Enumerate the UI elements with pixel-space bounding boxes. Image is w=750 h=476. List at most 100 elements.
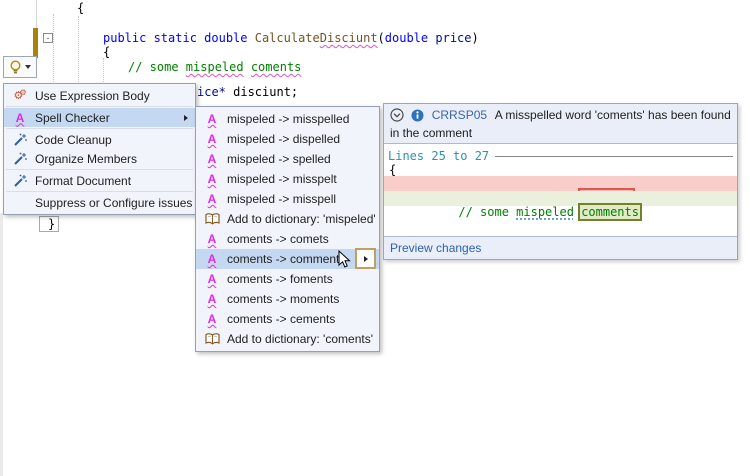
misspelled-word-mispeled: mispeled <box>186 60 244 74</box>
rule-id-link[interactable]: CRRSP05 <box>432 108 487 122</box>
diff-removed-line: // some mispeled coments <box>384 176 737 191</box>
fragment-param: ice* <box>197 85 226 99</box>
code-line-comment: // some mispeled coments <box>128 60 301 74</box>
submenu-arrow-icon <box>184 115 188 121</box>
menu-item-label: Code Cleanup <box>35 133 112 147</box>
menu-item-format-document[interactable]: Format Document <box>4 171 195 190</box>
submenu-item-suggestion[interactable]: Amispeled -> dispelled <box>196 129 379 149</box>
comment-text: // some <box>128 60 186 74</box>
submenu-item-suggestion[interactable]: Amispeled -> misspell <box>196 189 379 209</box>
submenu-item-suggestion[interactable]: Amispeled -> spelled <box>196 149 379 169</box>
submenu-item-suggestion[interactable]: Acoments -> moments <box>196 289 379 309</box>
submenu-item-suggestion[interactable]: Amispeled -> misspelled <box>196 109 379 129</box>
code-editor-window: - { public static double CalculateDisciu… <box>0 0 750 476</box>
diagnostic-preview-panel: CRRSP05 A misspelled word 'coments' has … <box>383 103 738 260</box>
submenu-item-label: mispeled -> dispelled <box>227 132 340 146</box>
menu-separator <box>6 128 193 129</box>
spell-checker-icon: A <box>204 151 220 167</box>
chevron-down-icon <box>25 65 31 69</box>
fragment-identifier: disciunt; <box>226 85 298 99</box>
submenu-item-suggestion[interactable]: Acoments -> comets <box>196 229 379 249</box>
code-line-open-brace: { <box>77 1 84 15</box>
param-name: price <box>428 31 471 45</box>
horizontal-rule <box>495 156 733 157</box>
submenu-item-label: coments -> foments <box>227 272 333 286</box>
collapse-chevron-icon[interactable] <box>390 108 404 126</box>
lines-range-row: Lines 25 to 27 <box>388 149 733 163</box>
submenu-item-label: Add to dictionary: 'coments' <box>227 332 373 346</box>
param-type: double <box>385 31 428 45</box>
menu-item-code-cleanup[interactable]: Code Cleanup <box>4 130 195 149</box>
wand-icon <box>12 132 28 148</box>
menu-item-label: Spell Checker <box>35 111 110 125</box>
diff-text: // some <box>458 205 516 219</box>
submenu-item-label: coments -> comments <box>227 252 345 266</box>
submenu-item-suggestion[interactable]: Acoments -> cements <box>196 309 379 329</box>
spell-checker-icon: A <box>204 111 220 127</box>
submenu-item-add-to-dictionary-mispeled[interactable]: Add to dictionary: 'mispeled' <box>196 209 379 229</box>
wand-icon <box>12 173 28 189</box>
spell-checker-icon: A <box>204 271 220 287</box>
method-name: Calculate <box>255 31 320 45</box>
spell-checker-icon: A <box>204 251 220 267</box>
submenu-item-suggestion[interactable]: Amispeled -> misspelt <box>196 169 379 189</box>
panel-footer: Preview changes <box>384 236 737 259</box>
menu-item-organize-members[interactable]: Organize Members <box>4 149 195 168</box>
menu-item-suppress-or-configure[interactable]: Suppress or Configure issues <box>4 193 195 212</box>
flyout-arrow-icon <box>364 256 368 262</box>
wand-icon <box>12 151 28 167</box>
menu-separator <box>6 106 193 107</box>
spell-checker-icon: A <box>12 110 28 126</box>
submenu-item-suggestion[interactable]: Acoments -> foments <box>196 269 379 289</box>
lines-range-label: Lines 25 to 27 <box>388 149 489 163</box>
gutter-divider <box>36 0 37 28</box>
info-icon <box>411 109 424 126</box>
menu-separator <box>6 191 193 192</box>
quick-actions-menu: ⚙⚙ Use Expression Body A Spell Checker C… <box>3 83 196 215</box>
spell-checker-icon: A <box>204 311 220 327</box>
menu-item-label: Format Document <box>35 174 131 188</box>
preview-flyout-button[interactable] <box>355 248 376 269</box>
submenu-item-label: coments -> cements <box>227 312 335 326</box>
dictionary-book-icon <box>204 331 220 347</box>
diff-added-line: // some mispeled comments <box>384 191 737 206</box>
submenu-item-coments-to-comments[interactable]: A coments -> comments <box>196 249 379 269</box>
paren: ( <box>378 31 385 45</box>
dictionary-book-icon <box>204 211 220 227</box>
comment-text <box>244 60 251 74</box>
editor-margin-strip <box>0 213 3 476</box>
submenu-item-label: mispeled -> misspelled <box>227 112 349 126</box>
gears-icon: ⚙⚙ <box>12 88 28 104</box>
menu-item-use-expression-body[interactable]: ⚙⚙ Use Expression Body <box>4 86 195 105</box>
change-tracking-bar <box>33 28 38 58</box>
diagnostic-header: CRRSP05 A misspelled word 'coments' has … <box>384 104 737 144</box>
lightbulb-icon <box>9 60 22 75</box>
code-line-close-brace: } <box>39 216 59 232</box>
mouse-cursor-icon <box>338 250 351 269</box>
preview-open-brace: { <box>389 163 396 177</box>
preview-changes-link[interactable]: Preview changes <box>390 241 481 255</box>
code-line-fragment: ice* disciunt; <box>197 85 298 99</box>
method-name-misspelled: Disciunt <box>320 31 378 45</box>
submenu-item-label: coments -> moments <box>227 292 339 306</box>
menu-item-label: Suppress or Configure issues <box>35 196 192 210</box>
spell-checker-icon: A <box>204 231 220 247</box>
menu-item-label: Use Expression Body <box>35 89 150 103</box>
submenu-item-label: mispeled -> misspelt <box>227 172 337 186</box>
spell-checker-icon: A <box>204 291 220 307</box>
submenu-item-label: mispeled -> misspell <box>227 192 336 206</box>
indent-guide <box>78 16 79 82</box>
collapse-region-button[interactable]: - <box>43 33 53 43</box>
misspelled-word-coments: coments <box>251 60 302 74</box>
menu-item-spell-checker[interactable]: A Spell Checker <box>4 108 195 127</box>
indent-guide <box>103 58 104 82</box>
lightbulb-button[interactable] <box>3 56 37 78</box>
submenu-item-label: mispeled -> spelled <box>227 152 331 166</box>
submenu-item-label: Add to dictionary: 'mispeled' <box>227 212 376 226</box>
indent-guide <box>53 14 54 82</box>
code-line-open-brace-2: { <box>103 45 110 59</box>
spell-checker-icon: A <box>204 131 220 147</box>
submenu-item-add-to-dictionary-coments[interactable]: Add to dictionary: 'coments' <box>196 329 379 349</box>
keyword-tokens: public static double <box>103 31 255 45</box>
menu-item-label: Organize Members <box>35 152 137 166</box>
